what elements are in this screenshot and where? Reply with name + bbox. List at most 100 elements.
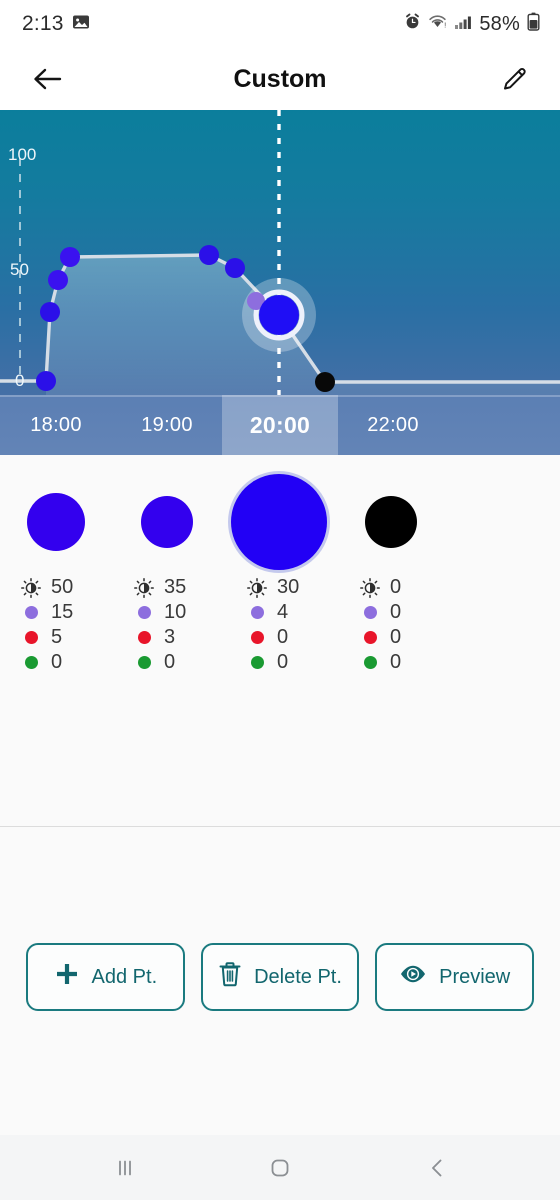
brightness-value: 30 bbox=[277, 576, 300, 598]
battery-icon bbox=[527, 12, 540, 36]
green-value: 0 bbox=[390, 651, 402, 673]
action-button-bar: Add Pt. Delete Pt. Preview bbox=[0, 943, 560, 1011]
eye-play-icon bbox=[399, 963, 427, 991]
brightness-icon bbox=[359, 577, 381, 599]
color-swatch-4[interactable] bbox=[365, 496, 417, 548]
red-channel-dot bbox=[20, 627, 42, 649]
page-title: Custom bbox=[233, 64, 327, 93]
time-label-18-00[interactable]: 18:00 bbox=[0, 395, 112, 455]
green-row: 0 bbox=[246, 650, 376, 675]
add-point-label: Add Pt. bbox=[91, 965, 158, 988]
green-channel-dot bbox=[246, 652, 268, 674]
chart-point[interactable] bbox=[199, 245, 219, 265]
time-axis-strip[interactable]: 18:00 19:00 20:00 22:00 bbox=[0, 395, 560, 455]
green-value: 0 bbox=[164, 651, 176, 673]
brightness-value: 35 bbox=[164, 576, 187, 598]
white-row: 10 bbox=[133, 600, 263, 625]
chart-point[interactable] bbox=[36, 371, 56, 391]
points-panel: 50 15 5 0 35 10 3 0 30 4 0 0 0 0 0 0 bbox=[0, 455, 560, 685]
recents-icon[interactable] bbox=[80, 1135, 170, 1200]
value-column-4: 0 0 0 0 bbox=[359, 575, 489, 675]
white-value: 15 bbox=[51, 601, 74, 623]
chart-canvas[interactable] bbox=[0, 110, 560, 395]
wifi-icon: ! bbox=[428, 13, 447, 35]
status-bar-right: ! 58% bbox=[404, 12, 540, 36]
white-channel-dot bbox=[20, 602, 42, 624]
brightness-row: 0 bbox=[359, 575, 489, 600]
signal-icon bbox=[454, 14, 472, 35]
red-row: 0 bbox=[246, 625, 376, 650]
nav-back-icon[interactable] bbox=[392, 1135, 482, 1200]
y-axis-label-100: 100 bbox=[8, 145, 37, 164]
brightness-icon bbox=[246, 577, 268, 599]
red-channel-dot bbox=[133, 627, 155, 649]
color-swatch-3-selected[interactable] bbox=[231, 474, 327, 570]
home-icon[interactable] bbox=[235, 1135, 325, 1200]
chart-point[interactable] bbox=[60, 247, 80, 267]
time-label-20-00-selected[interactable]: 20:00 bbox=[222, 395, 338, 455]
chart-point[interactable] bbox=[48, 270, 68, 290]
red-value: 0 bbox=[390, 626, 402, 648]
time-label-19-00[interactable]: 19:00 bbox=[112, 395, 222, 455]
android-nav-bar bbox=[0, 1135, 560, 1200]
app-bar: Custom bbox=[0, 48, 560, 110]
brightness-value: 50 bbox=[51, 576, 74, 598]
swatch-row bbox=[0, 455, 560, 575]
color-swatch-1[interactable] bbox=[27, 493, 85, 551]
white-channel-dot bbox=[359, 602, 381, 624]
red-row: 0 bbox=[359, 625, 489, 650]
chart-point[interactable] bbox=[315, 372, 335, 392]
color-swatch-2[interactable] bbox=[141, 496, 193, 548]
value-column-2: 35 10 3 0 bbox=[133, 575, 263, 675]
brightness-row: 30 bbox=[246, 575, 376, 600]
alarm-icon bbox=[404, 13, 421, 35]
red-channel-dot bbox=[246, 627, 268, 649]
image-icon bbox=[72, 13, 90, 36]
add-point-button[interactable]: Add Pt. bbox=[26, 943, 185, 1011]
y-axis-label-50: 50 bbox=[10, 260, 29, 279]
values-row: 50 15 5 0 35 10 3 0 30 4 0 0 0 0 0 0 bbox=[0, 575, 560, 685]
pencil-edit-icon[interactable] bbox=[494, 58, 536, 100]
brightness-icon bbox=[20, 577, 42, 599]
green-row: 0 bbox=[20, 650, 150, 675]
svg-text:!: ! bbox=[445, 21, 447, 30]
value-column-1: 50 15 5 0 bbox=[20, 575, 150, 675]
green-value: 0 bbox=[51, 651, 63, 673]
status-bar-left: 2:13 bbox=[22, 12, 90, 36]
brightness-value: 0 bbox=[390, 576, 402, 598]
white-value: 4 bbox=[277, 601, 289, 623]
app-root: 2:13 ! 58% Custom 100 50 0 18:00 19:00 2… bbox=[0, 0, 560, 1200]
preview-label: Preview bbox=[439, 965, 511, 988]
time-label-22-00[interactable]: 22:00 bbox=[338, 395, 448, 455]
green-value: 0 bbox=[277, 651, 289, 673]
section-divider bbox=[0, 826, 560, 827]
value-column-3: 30 4 0 0 bbox=[246, 575, 376, 675]
brightness-row: 50 bbox=[20, 575, 150, 600]
white-row: 15 bbox=[20, 600, 150, 625]
battery-percent: 58% bbox=[479, 12, 520, 35]
red-value: 5 bbox=[51, 626, 63, 648]
schedule-chart[interactable]: 100 50 0 bbox=[0, 110, 560, 395]
chart-point-selected[interactable] bbox=[259, 295, 299, 335]
green-channel-dot bbox=[133, 652, 155, 674]
white-value: 10 bbox=[164, 601, 187, 623]
brightness-row: 35 bbox=[133, 575, 263, 600]
red-channel-dot bbox=[359, 627, 381, 649]
green-row: 0 bbox=[359, 650, 489, 675]
white-channel-dot bbox=[133, 602, 155, 624]
red-row: 5 bbox=[20, 625, 150, 650]
white-channel-dot bbox=[246, 602, 268, 624]
white-row: 4 bbox=[246, 600, 376, 625]
chart-point[interactable] bbox=[225, 258, 245, 278]
plus-icon bbox=[54, 961, 80, 993]
green-row: 0 bbox=[133, 650, 263, 675]
green-channel-dot bbox=[20, 652, 42, 674]
preview-button[interactable]: Preview bbox=[375, 943, 535, 1011]
red-row: 3 bbox=[133, 625, 263, 650]
trash-icon bbox=[218, 961, 242, 993]
chart-point[interactable] bbox=[40, 302, 60, 322]
white-row: 0 bbox=[359, 600, 489, 625]
delete-point-button[interactable]: Delete Pt. bbox=[200, 943, 360, 1011]
back-arrow-icon[interactable] bbox=[26, 58, 68, 100]
delete-point-label: Delete Pt. bbox=[254, 965, 342, 988]
